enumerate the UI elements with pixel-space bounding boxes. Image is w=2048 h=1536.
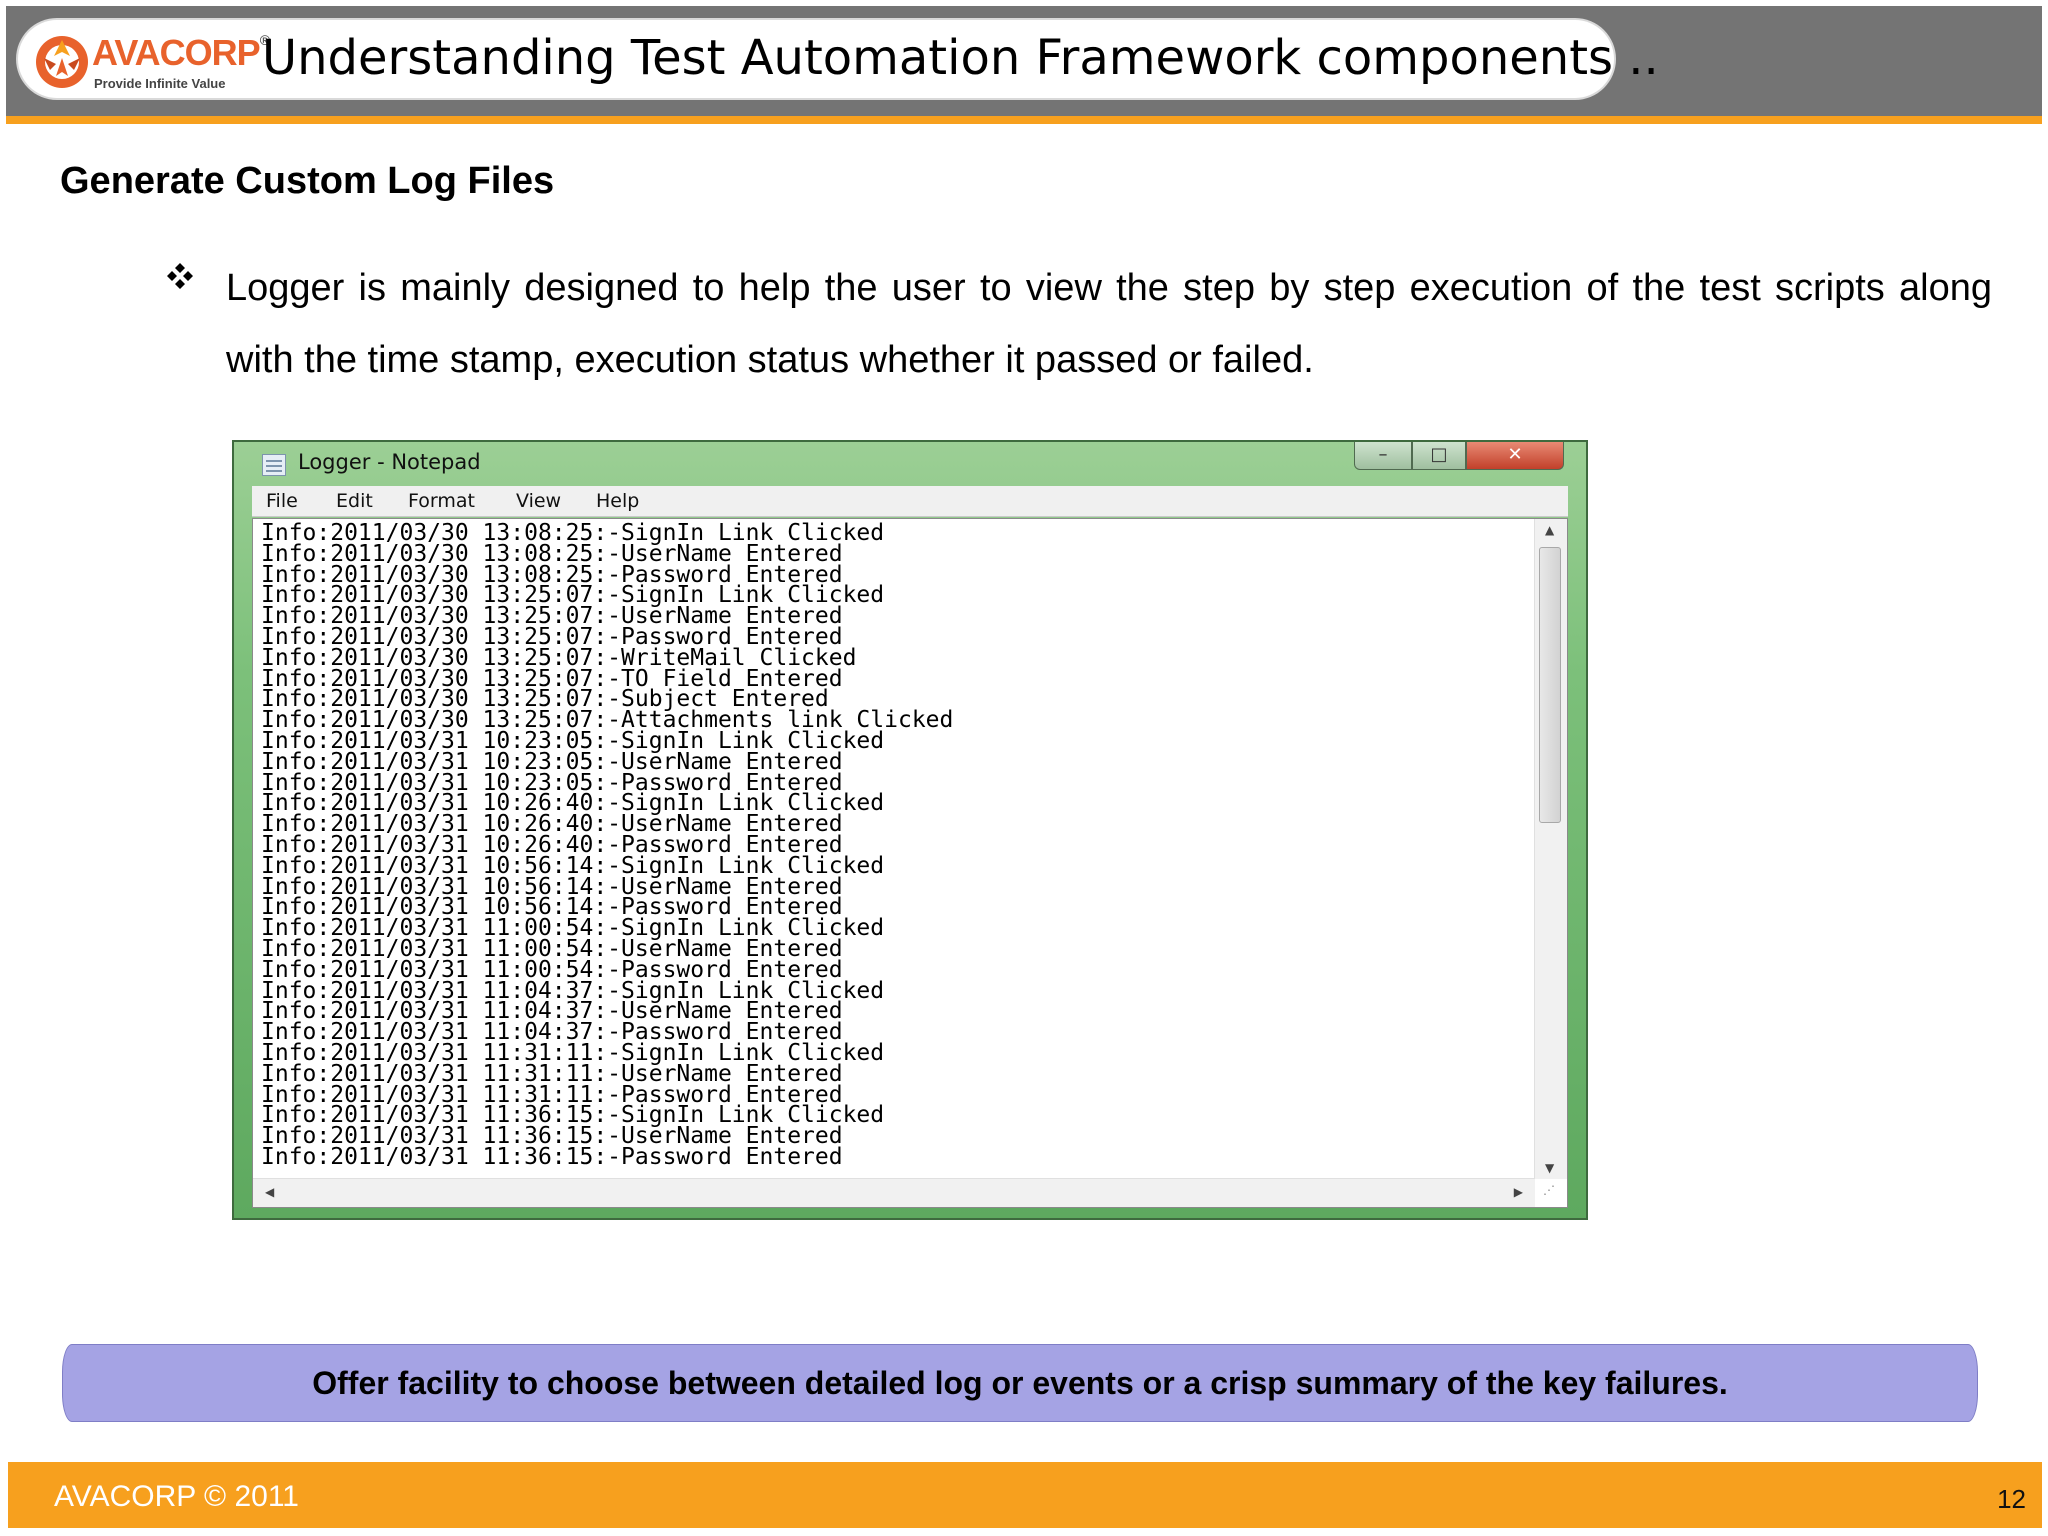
menu-edit[interactable]: Edit bbox=[336, 490, 373, 512]
scrollbar-thumb[interactable] bbox=[1539, 547, 1561, 823]
menu-format[interactable]: Format bbox=[408, 490, 475, 512]
log-line: Info:2011/03/31 11:36:15:-Password Enter… bbox=[261, 1143, 843, 1170]
slide-footer: AVACORP © 2011 12 bbox=[8, 1462, 2042, 1528]
window-title: Logger - Notepad bbox=[298, 450, 481, 474]
resize-grip-icon[interactable]: ⋰ bbox=[1543, 1183, 1563, 1203]
bullet-point-text: Logger is mainly designed to help the us… bbox=[226, 267, 1992, 381]
log-content: Info:2011/03/30 13:08:25:-SignIn Link Cl… bbox=[261, 522, 953, 1170]
avacorp-logo-icon bbox=[36, 36, 88, 88]
slide-title: Understanding Test Automation Framework … bbox=[262, 30, 1659, 86]
footer-copyright: AVACORP © 2011 bbox=[54, 1480, 299, 1513]
callout-text: Offer facility to choose between detaile… bbox=[312, 1365, 1728, 1401]
menu-bar: File Edit Format View Help bbox=[252, 486, 1568, 517]
logo-wordmark: AVACORP® bbox=[92, 32, 270, 73]
logo-tagline: Provide Infinite Value bbox=[94, 76, 226, 91]
maximize-button[interactable]: □ bbox=[1412, 442, 1466, 470]
header-underline bbox=[6, 116, 2042, 124]
scroll-up-icon[interactable]: ▲ bbox=[1545, 523, 1554, 537]
scroll-down-icon[interactable]: ▼ bbox=[1545, 1161, 1554, 1175]
horizontal-scrollbar[interactable]: ◀ ▶ bbox=[253, 1178, 1535, 1207]
close-button[interactable]: ✕ bbox=[1466, 442, 1564, 470]
vertical-scrollbar[interactable]: ▲ ▼ bbox=[1534, 519, 1567, 1179]
scroll-left-icon[interactable]: ◀ bbox=[265, 1185, 274, 1199]
notepad-icon bbox=[262, 454, 286, 476]
menu-file[interactable]: File bbox=[266, 490, 298, 512]
summary-callout: Offer facility to choose between detaile… bbox=[62, 1344, 1978, 1422]
text-editor-area[interactable]: Info:2011/03/30 13:08:25:-SignIn Link Cl… bbox=[252, 518, 1568, 1208]
diamond-bullet-icon bbox=[167, 263, 193, 289]
minimize-button[interactable]: – bbox=[1354, 442, 1412, 470]
notepad-window: Logger - Notepad – □ ✕ File Edit Format … bbox=[232, 440, 1588, 1220]
maximize-icon: □ bbox=[1430, 444, 1448, 465]
close-icon: ✕ bbox=[1507, 444, 1523, 465]
minimize-icon: – bbox=[1378, 444, 1388, 465]
section-heading: Generate Custom Log Files bbox=[60, 160, 555, 202]
menu-help[interactable]: Help bbox=[596, 490, 639, 512]
menu-view[interactable]: View bbox=[516, 490, 561, 512]
page-number: 12 bbox=[1997, 1484, 2026, 1514]
company-logo: AVACORP® Provide Infinite Value bbox=[30, 28, 270, 96]
scroll-right-icon[interactable]: ▶ bbox=[1514, 1185, 1523, 1199]
